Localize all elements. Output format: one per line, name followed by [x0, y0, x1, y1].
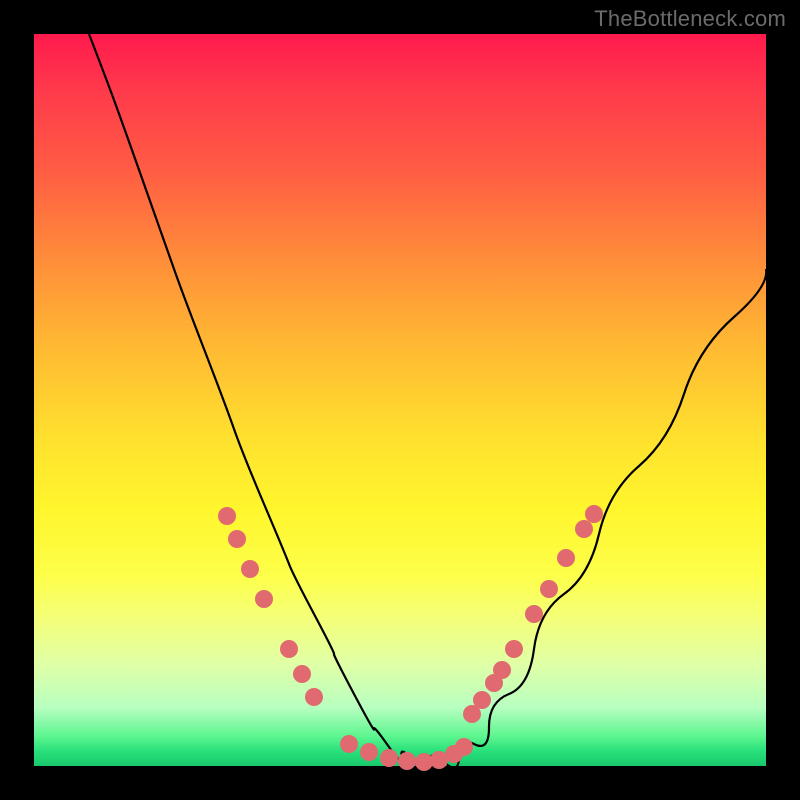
data-marker — [493, 661, 511, 679]
bottleneck-curve — [89, 34, 766, 772]
data-marker — [360, 743, 378, 761]
chart-svg — [34, 34, 766, 766]
markers-right — [463, 505, 603, 723]
data-marker — [473, 691, 491, 709]
data-marker — [398, 752, 416, 770]
data-marker — [305, 688, 323, 706]
data-marker — [380, 749, 398, 767]
markers-bottom — [340, 735, 473, 771]
outer-frame: TheBottleneck.com — [0, 0, 800, 800]
data-marker — [280, 640, 298, 658]
watermark-text: TheBottleneck.com — [594, 6, 786, 32]
data-marker — [255, 590, 273, 608]
data-marker — [340, 735, 358, 753]
data-marker — [505, 640, 523, 658]
data-marker — [525, 605, 543, 623]
data-marker — [218, 507, 236, 525]
data-marker — [228, 530, 246, 548]
data-marker — [241, 560, 259, 578]
data-marker — [540, 580, 558, 598]
data-marker — [455, 738, 473, 756]
data-marker — [575, 520, 593, 538]
markers-left — [218, 507, 323, 706]
data-marker — [557, 549, 575, 567]
data-marker — [293, 665, 311, 683]
plot-area — [34, 34, 766, 766]
data-marker — [585, 505, 603, 523]
